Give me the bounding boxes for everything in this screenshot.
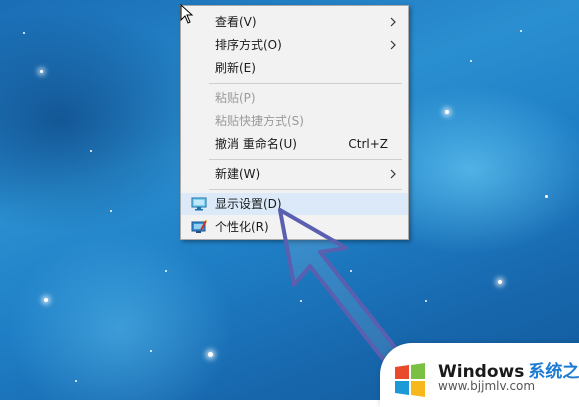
star [90,150,92,152]
menu-item-label: 粘贴(P) [215,91,256,105]
star [350,270,352,272]
menu-item-paste-shortcut[interactable]: 粘贴快捷方式(S) [181,110,408,132]
windows-logo-icon [395,363,425,397]
star [165,270,167,272]
menu-item-label: 撤消 重命名(U) [215,137,297,151]
menu-item-label: 排序方式(O) [215,38,282,52]
menu-item-personalize[interactable]: 个性化(R) [181,216,408,238]
menu-item-label: 显示设置(D) [215,197,282,211]
star [110,210,112,212]
menu-separator [209,83,402,84]
menu-item-display-settings[interactable]: 显示设置(D) [181,193,408,215]
star [75,380,77,382]
chevron-right-icon [390,169,396,179]
mouse-pointer-icon [180,4,194,24]
menu-separator [209,189,402,190]
chevron-right-icon [390,17,396,27]
menu-item-paste[interactable]: 粘贴(P) [181,87,408,109]
watermark-brand-cn: 系统之家 [528,362,579,382]
menu-item-label: 粘贴快捷方式(S) [215,114,304,128]
star [545,195,548,198]
star [498,280,502,284]
desktop-context-menu: 查看(V) 排序方式(O) 刷新(E) 粘贴(P) 粘贴快捷方式(S) 撤消 重… [180,5,409,240]
menu-item-label: 个性化(R) [215,220,269,234]
star [300,300,302,302]
chevron-right-icon [390,40,396,50]
menu-item-shortcut: Ctrl+Z [348,137,388,151]
menu-item-view[interactable]: 查看(V) [181,11,408,33]
menu-item-refresh[interactable]: 刷新(E) [181,57,408,79]
menu-item-sort-by[interactable]: 排序方式(O) [181,34,408,56]
star [425,300,427,302]
star [208,352,213,357]
star [445,110,449,114]
menu-item-label: 新建(W) [215,167,261,181]
star [44,298,48,302]
star [470,60,472,62]
star [40,70,43,73]
star [23,32,25,34]
display-icon [191,197,207,211]
menu-item-label: 刷新(E) [215,61,256,75]
menu-item-undo-rename[interactable]: 撤消 重命名(U) Ctrl+Z [181,133,408,155]
star [150,350,152,352]
personalize-icon [191,220,207,233]
watermark-url: www.bjjmlv.com [438,379,536,393]
star [520,30,522,32]
menu-separator [209,159,402,160]
menu-item-new[interactable]: 新建(W) [181,163,408,185]
watermark-badge: Windows系统之家 www.bjjmlv.com [380,343,579,407]
menu-item-label: 查看(V) [215,15,257,29]
